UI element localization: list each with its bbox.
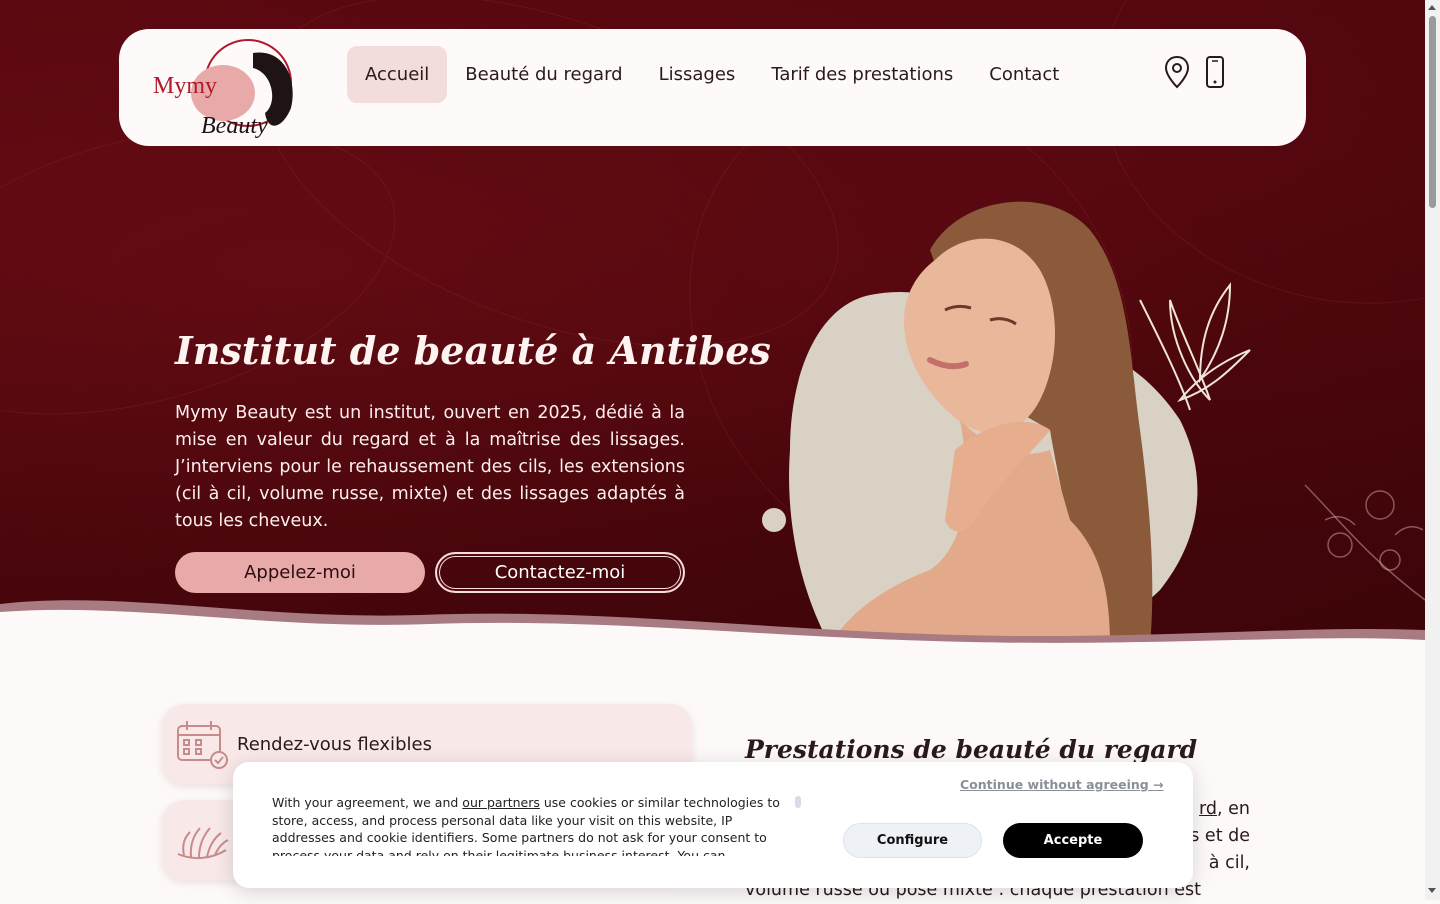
call-me-button[interactable]: Appelez-moi — [175, 552, 425, 593]
nav-item-lissages[interactable]: Lissages — [641, 46, 754, 103]
scroll-down-arrow-icon[interactable] — [1428, 888, 1436, 893]
nav-item-accueil[interactable]: Accueil — [347, 46, 448, 103]
feature-label: Rendez-vous flexibles — [237, 734, 432, 755]
nav-icons — [1164, 55, 1228, 91]
page-scrollbar[interactable] — [1425, 0, 1440, 900]
scrollbar-thumb[interactable] — [1429, 16, 1436, 208]
cookie-consent-banner: Continue without agreeing → With your ag… — [233, 762, 1193, 888]
location-pin-icon[interactable] — [1164, 55, 1190, 91]
mobile-phone-icon[interactable] — [1202, 55, 1228, 91]
nav-item-tarif[interactable]: Tarif des prestations — [753, 46, 971, 103]
decor-dot — [762, 508, 786, 532]
continue-without-agreeing-link[interactable]: Continue without agreeing → — [960, 777, 1164, 792]
cookie-consent-text: With your agreement, we and our partners… — [272, 794, 792, 856]
hero-title: Institut de beauté à Antibes — [175, 328, 771, 373]
our-partners-link[interactable]: our partners — [462, 795, 540, 810]
logo-text-mymy: Mymy — [153, 73, 217, 99]
nav-menu: Accueil Beauté du regard Lissages Tarif … — [347, 46, 1077, 103]
configure-button[interactable]: Configure — [843, 823, 982, 858]
cookie-text-scrollbar[interactable] — [795, 796, 801, 808]
nav-item-beaute-du-regard[interactable]: Beauté du regard — [447, 46, 640, 103]
section-title: Prestations de beauté du regard — [745, 735, 1198, 764]
scroll-up-arrow-icon[interactable] — [1428, 5, 1436, 10]
hero-description: Mymy Beauty est un institut, ouvert en 2… — [175, 403, 685, 531]
cookie-text-part: With your agreement, we and — [272, 795, 463, 810]
nav-item-contact[interactable]: Contact — [971, 46, 1077, 103]
floral-illustration — [1304, 484, 1425, 601]
calendar-check-icon — [177, 721, 228, 769]
accept-button[interactable]: Accepte — [1003, 823, 1143, 858]
eyelash-icon — [177, 827, 229, 860]
main-navbar: Mymy Beauty Accueil Beauté du regard Lis… — [119, 29, 1306, 146]
logo-text-beauty: Beauty — [201, 113, 268, 139]
section-text-line: , en — [1217, 799, 1250, 819]
mymy-beauty-logo[interactable]: Mymy Beauty — [153, 33, 303, 143]
contact-me-button[interactable]: Contactez-moi — [435, 552, 685, 593]
hero-portrait-image — [762, 201, 1251, 645]
section-link[interactable]: rd — [1199, 799, 1217, 819]
hero-wave-divider — [0, 600, 1425, 670]
